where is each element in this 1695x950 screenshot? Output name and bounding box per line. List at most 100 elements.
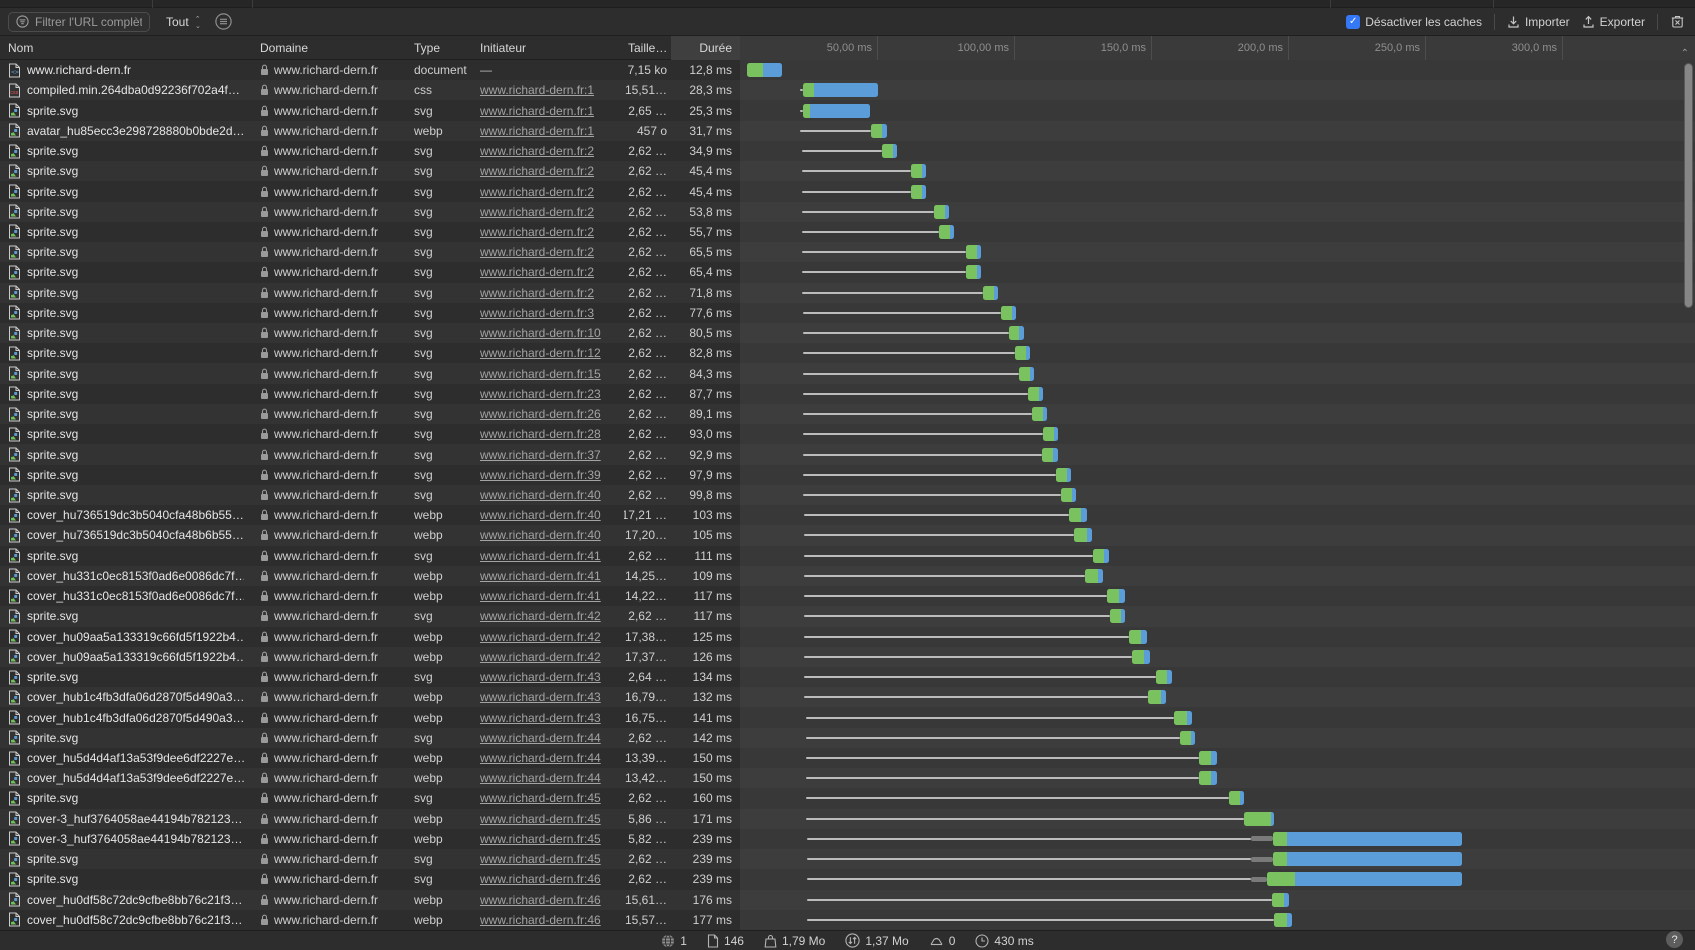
table-row[interactable]: cover_hu736519dc3b5040cfa48b6b55…www.ric… (0, 505, 1695, 525)
table-row[interactable]: sprite.svgwww.richard-dern.frsvgwww.rich… (0, 363, 1695, 383)
waterfall-bar[interactable] (747, 63, 782, 77)
table-row[interactable]: sprite.svgwww.richard-dern.frsvgwww.rich… (0, 424, 1695, 444)
table-row[interactable]: sprite.svgwww.richard-dern.frsvgwww.rich… (0, 100, 1695, 120)
initiator-link[interactable]: www.richard-dern.fr:45 (480, 812, 601, 826)
table-row[interactable]: cover-3_huf3764058ae44194b782123…www.ric… (0, 829, 1695, 849)
initiator-link[interactable]: www.richard-dern.fr:2 (480, 265, 594, 279)
initiator-link[interactable]: www.richard-dern.fr:15 (480, 367, 601, 381)
initiator-link[interactable]: www.richard-dern.fr:23 (480, 387, 601, 401)
initiator-link[interactable]: www.richard-dern.fr:40 (480, 508, 601, 522)
table-row[interactable]: sprite.svgwww.richard-dern.frsvgwww.rich… (0, 303, 1695, 323)
initiator-link[interactable]: www.richard-dern.fr:46 (480, 872, 601, 886)
initiator-link[interactable]: www.richard-dern.fr:46 (480, 893, 601, 907)
waterfall-bar[interactable] (1001, 306, 1016, 320)
table-row[interactable]: sprite.svgwww.richard-dern.frsvgwww.rich… (0, 222, 1695, 242)
import-button[interactable]: Importer (1507, 15, 1570, 29)
initiator-link[interactable]: www.richard-dern.fr:2 (480, 205, 594, 219)
table-row[interactable]: cover_hu5d4d4af13a53f9dee6df2227e…www.ri… (0, 748, 1695, 768)
table-row[interactable]: sprite.svgwww.richard-dern.frsvgwww.rich… (0, 546, 1695, 566)
initiator-link[interactable]: www.richard-dern.fr:43 (480, 711, 601, 725)
waterfall-bar[interactable] (871, 124, 887, 138)
url-filter-input[interactable] (35, 15, 142, 29)
initiator-link[interactable]: www.richard-dern.fr:45 (480, 832, 601, 846)
waterfall-bar[interactable] (1199, 751, 1217, 765)
table-row[interactable]: cover_hu09aa5a133319c66fd5f1922b4…www.ri… (0, 647, 1695, 667)
initiator-link[interactable]: www.richard-dern.fr:3 (480, 306, 594, 320)
export-button[interactable]: Exporter (1582, 15, 1645, 29)
waterfall-bar[interactable] (1244, 812, 1274, 826)
waterfall-bar[interactable] (1028, 387, 1043, 401)
initiator-link[interactable]: www.richard-dern.fr:40 (480, 528, 601, 542)
waterfall-bar[interactable] (1043, 427, 1058, 441)
waterfall-bar[interactable] (1069, 508, 1087, 522)
column-header-type[interactable]: Type (406, 36, 472, 60)
table-row[interactable]: cover_hu09aa5a133319c66fd5f1922b4…www.ri… (0, 627, 1695, 647)
waterfall-bar[interactable] (1093, 549, 1108, 563)
initiator-link[interactable]: www.richard-dern.fr:2 (480, 245, 594, 259)
vertical-scrollbar[interactable] (1683, 60, 1694, 930)
column-header-initiateur[interactable]: Initiateur (472, 36, 624, 60)
table-row[interactable]: cover-3_huf3764058ae44194b782123…www.ric… (0, 809, 1695, 829)
waterfall-bar[interactable] (1267, 872, 1462, 886)
initiator-link[interactable]: www.richard-dern.fr:44 (480, 731, 601, 745)
waterfall-bar[interactable] (1274, 913, 1292, 927)
table-row[interactable]: sprite.svgwww.richard-dern.frsvgwww.rich… (0, 161, 1695, 181)
waterfall-bar[interactable] (1229, 791, 1244, 805)
table-row[interactable]: <>www.richard-dern.frwww.richard-dern.fr… (0, 60, 1695, 80)
waterfall-bar[interactable] (1056, 468, 1071, 482)
initiator-link[interactable]: www.richard-dern.fr:41 (480, 589, 601, 603)
waterfall-bar[interactable] (1074, 528, 1092, 542)
waterfall-bar[interactable] (1042, 448, 1057, 462)
waterfall-bar[interactable] (1180, 731, 1195, 745)
table-row[interactable]: sprite.svgwww.richard-dern.frsvgwww.rich… (0, 181, 1695, 201)
waterfall-bar[interactable] (934, 205, 949, 219)
waterfall-bar[interactable] (1273, 852, 1462, 866)
table-row[interactable]: cover_hu0df58c72dc9cfbe8bb76c21f3…www.ri… (0, 910, 1695, 930)
waterfall-bar[interactable] (983, 286, 998, 300)
initiator-link[interactable]: www.richard-dern.fr:43 (480, 670, 601, 684)
initiator-link[interactable]: www.richard-dern.fr:40 (480, 488, 601, 502)
column-header-domaine[interactable]: Domaine (252, 36, 406, 60)
waterfall-bar[interactable] (803, 104, 870, 118)
table-row[interactable]: cover_hub1c4fb3dfa06d2870f5d490a3…www.ri… (0, 687, 1695, 707)
help-button[interactable]: ? (1666, 931, 1683, 948)
table-row[interactable]: sprite.svgwww.richard-dern.frsvgwww.rich… (0, 283, 1695, 303)
initiator-link[interactable]: www.richard-dern.fr:12 (480, 346, 601, 360)
table-row[interactable]: sprite.svgwww.richard-dern.frsvgwww.rich… (0, 262, 1695, 282)
waterfall-bar[interactable] (1156, 670, 1171, 684)
table-row[interactable]: sprite.svgwww.richard-dern.frsvgwww.rich… (0, 465, 1695, 485)
table-row[interactable]: cover_hub1c4fb3dfa06d2870f5d490a3…www.ri… (0, 707, 1695, 727)
table-row[interactable]: cover_hu0df58c72dc9cfbe8bb76c21f3…www.ri… (0, 890, 1695, 910)
waterfall-bar[interactable] (1132, 650, 1150, 664)
initiator-link[interactable]: www.richard-dern.fr:37 (480, 448, 601, 462)
url-filter-field[interactable] (8, 12, 150, 32)
initiator-link[interactable]: www.richard-dern.fr:41 (480, 549, 601, 563)
waterfall-bar[interactable] (1199, 771, 1217, 785)
initiator-link[interactable]: www.richard-dern.fr:1 (480, 83, 594, 97)
waterfall-bar[interactable] (1015, 346, 1030, 360)
table-row[interactable]: cover_hu736519dc3b5040cfa48b6b55…www.ric… (0, 525, 1695, 545)
column-header-taille[interactable]: Taille… (624, 36, 671, 60)
initiator-link[interactable]: www.richard-dern.fr:10 (480, 326, 601, 340)
table-row[interactable]: sprite.svgwww.richard-dern.frsvgwww.rich… (0, 141, 1695, 161)
table-row[interactable]: sprite.svgwww.richard-dern.frsvgwww.rich… (0, 485, 1695, 505)
initiator-link[interactable]: www.richard-dern.fr:42 (480, 609, 601, 623)
table-row[interactable]: sprite.svgwww.richard-dern.frsvgwww.rich… (0, 788, 1695, 808)
table-row[interactable]: sprite.svgwww.richard-dern.frsvgwww.rich… (0, 667, 1695, 687)
filter-options-button[interactable] (215, 13, 232, 30)
initiator-link[interactable]: www.richard-dern.fr:39 (480, 468, 601, 482)
table-row[interactable]: sprite.svgwww.richard-dern.frsvgwww.rich… (0, 728, 1695, 748)
waterfall-bar[interactable] (1019, 367, 1034, 381)
initiator-link[interactable]: www.richard-dern.fr:42 (480, 630, 601, 644)
waterfall-bar[interactable] (1032, 407, 1047, 421)
waterfall-bar[interactable] (911, 164, 926, 178)
initiator-link[interactable]: www.richard-dern.fr:44 (480, 771, 601, 785)
table-row[interactable]: sprite.svgwww.richard-dern.frsvgwww.rich… (0, 323, 1695, 343)
waterfall-bar[interactable] (803, 83, 878, 97)
table-row[interactable]: sprite.svgwww.richard-dern.frsvgwww.rich… (0, 384, 1695, 404)
waterfall-bar[interactable] (1009, 326, 1024, 340)
waterfall-bar[interactable] (1272, 893, 1290, 907)
waterfall-bar[interactable] (1061, 488, 1076, 502)
waterfall-bar[interactable] (939, 225, 954, 239)
disable-caches-control[interactable]: ✓ Désactiver les caches (1346, 15, 1482, 29)
